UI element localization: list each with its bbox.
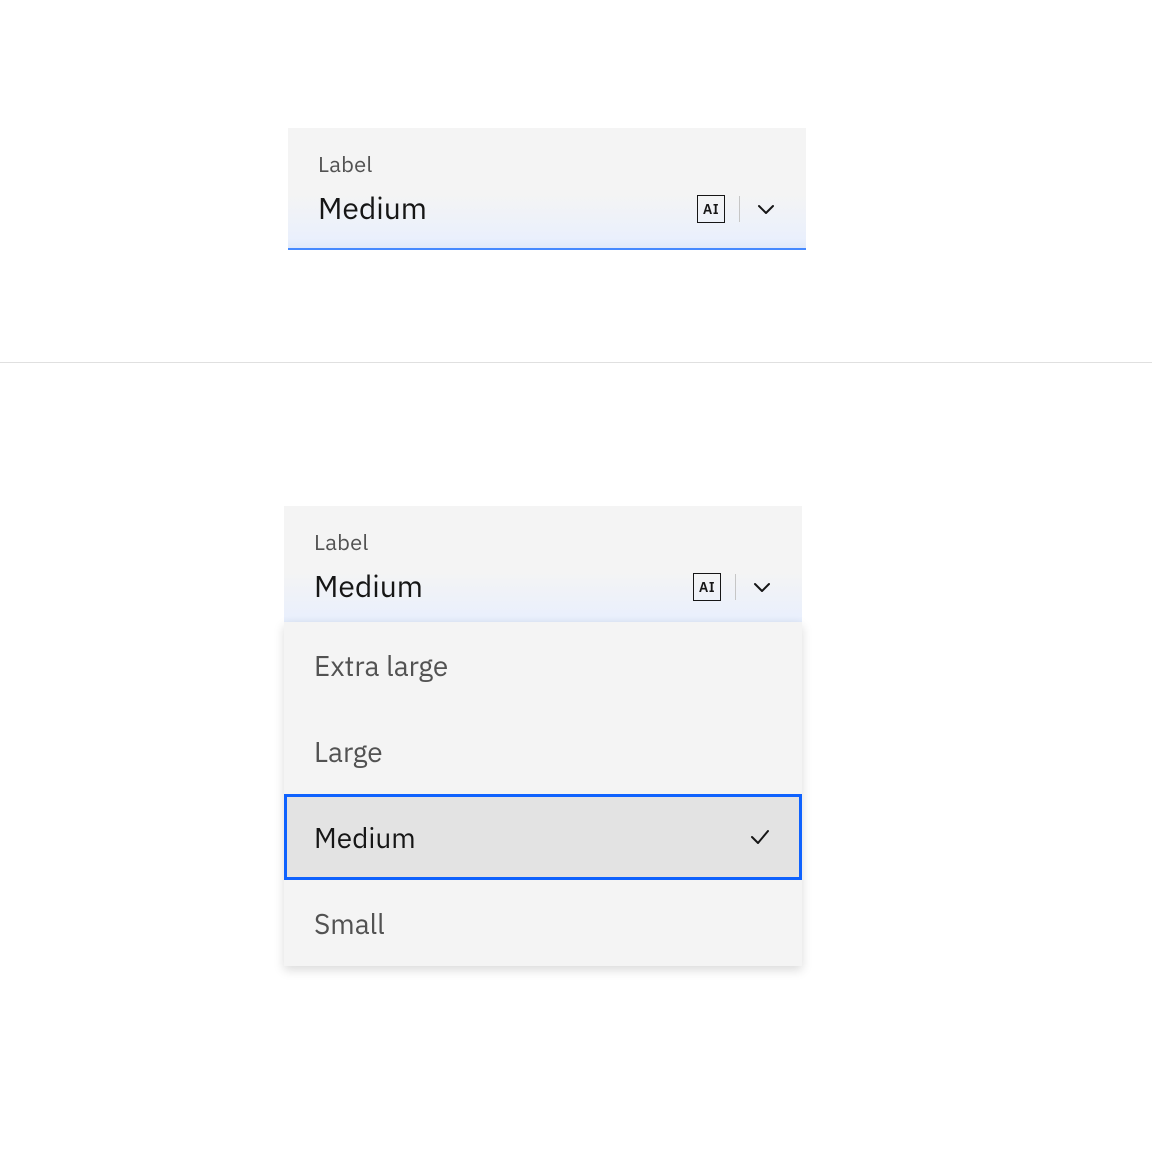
- dropdown-option-medium[interactable]: Medium: [284, 794, 802, 880]
- dropdown-icons: AI: [693, 573, 774, 601]
- ai-badge-icon: AI: [693, 573, 721, 601]
- horizontal-divider: [0, 362, 1152, 363]
- dropdown-option-extra-large[interactable]: Extra large: [284, 622, 802, 708]
- dropdown-row: Medium AI: [318, 189, 778, 228]
- chevron-down-icon[interactable]: [750, 575, 774, 599]
- dropdown-option-large[interactable]: Large: [284, 708, 802, 794]
- dropdown-value: Medium: [318, 189, 427, 228]
- dropdown-icons: AI: [697, 195, 778, 223]
- dropdown-option-small[interactable]: Small: [284, 880, 802, 966]
- checkmark-icon: [748, 825, 772, 849]
- option-label: Extra large: [314, 647, 448, 684]
- dropdown-label: Label: [314, 528, 774, 557]
- dropdown-row: Medium AI: [314, 567, 774, 606]
- option-label: Medium: [314, 819, 416, 856]
- separator-icon: [735, 574, 736, 600]
- dropdown-open[interactable]: Label Medium AI: [284, 506, 802, 628]
- chevron-down-icon[interactable]: [754, 197, 778, 221]
- dropdown-listbox: Extra large Large Medium Small: [284, 622, 802, 966]
- option-label: Large: [314, 733, 383, 770]
- separator-icon: [739, 196, 740, 222]
- dropdown-label: Label: [318, 150, 778, 179]
- ai-badge-icon: AI: [697, 195, 725, 223]
- dropdown-closed[interactable]: Label Medium AI: [288, 128, 806, 250]
- option-label: Small: [314, 905, 385, 942]
- dropdown-value: Medium: [314, 567, 423, 606]
